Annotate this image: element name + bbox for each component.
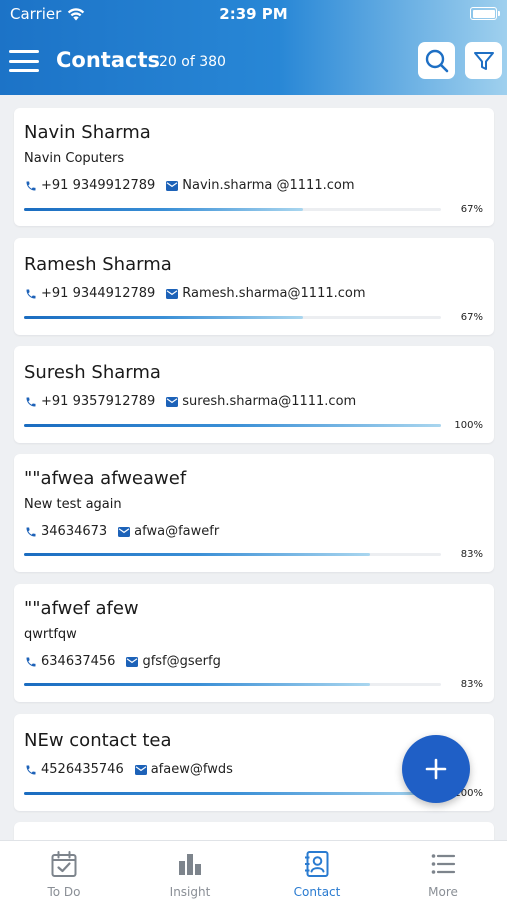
calendar-check-icon [51,851,77,877]
email-icon [125,655,139,669]
phone-icon [24,763,38,777]
contact-phone[interactable]: 634637456 [41,654,115,669]
progress-percent: 83% [460,679,483,690]
contact-company: qwrtfqw [24,627,77,642]
contact-card[interactable]: ""afwef afew qwrtfqw 634637456 gfsf@gser… [14,584,494,702]
status-bar: Carrier 2:39 PM [0,0,507,28]
battery-icon [470,7,500,20]
contact-card[interactable]: Ramesh Sharma +91 9344912789 Ramesh.shar… [14,238,494,335]
filter-icon [473,51,494,70]
phone-icon [24,525,38,539]
contact-phone[interactable]: 4526435746 [41,762,124,777]
progress-percent: 83% [460,549,483,560]
contact-email[interactable]: Navin.sharma @1111.com [182,178,354,193]
contact-email[interactable]: gfsf@gserfg [142,654,220,669]
progress-fill [24,683,371,686]
tab-todo[interactable]: To Do [1,841,127,900]
contact-phone[interactable]: +91 9344912789 [41,286,155,301]
contact-phone[interactable]: +91 9357912789 [41,394,155,409]
tab-label: Insight [169,885,211,899]
contact-name: Navin Sharma [24,122,151,143]
contact-email[interactable]: afwa@fawefr [134,524,219,539]
email-icon [117,525,131,539]
progress-percent: 67% [460,204,483,215]
contact-details: 4526435746 afaew@fwds [24,762,233,777]
menu-button[interactable] [9,50,39,72]
phone-icon [24,655,38,669]
status-time: 2:39 PM [219,5,288,23]
search-button[interactable] [418,42,455,79]
list-icon [431,854,456,874]
contact-details: 34634673 afwa@fawefr [24,524,219,539]
search-icon [425,49,448,72]
tab-more[interactable]: More [380,841,506,900]
contact-email[interactable]: afaew@fwds [151,762,233,777]
plus-icon [425,758,447,780]
filter-button[interactable] [465,42,502,79]
email-icon [134,763,148,777]
phone-icon [24,287,38,301]
app-header: Carrier 2:39 PM Contacts 20 of 380 [0,0,507,95]
contact-name: ""afwea afweawef [24,468,187,489]
hamburger-line [9,69,39,72]
contact-card[interactable] [14,822,494,840]
tab-insight[interactable]: Insight [127,841,253,900]
progress-bar [24,553,441,556]
contact-name: ""afwef afew [24,598,139,619]
bar-chart-icon [179,854,201,875]
contact-details: +91 9344912789 Ramesh.sharma@1111.com [24,286,366,301]
progress-percent: 100% [454,420,483,431]
progress-fill [24,208,304,211]
phone-icon [24,179,38,193]
contact-company: New test again [24,497,122,512]
contact-name: Suresh Sharma [24,362,161,383]
tab-contact[interactable]: Contact [254,841,380,900]
add-contact-button[interactable] [402,735,470,803]
progress-fill [24,792,441,795]
tab-label: To Do [47,885,81,899]
progress-bar [24,208,441,211]
email-icon [165,395,179,409]
progress-bar [24,792,441,795]
progress-fill [24,316,304,319]
contact-company: Navin Coputers [24,151,125,166]
progress-percent: 67% [460,312,483,323]
progress-bar [24,424,441,427]
contact-book-icon [305,851,329,877]
hamburger-line [9,50,39,53]
tab-label: More [428,885,458,899]
email-icon [165,179,179,193]
progress-fill [24,424,441,427]
contact-name: Ramesh Sharma [24,254,172,275]
contact-count: 20 of 380 [159,54,226,70]
email-icon [165,287,179,301]
phone-icon [24,395,38,409]
contact-email[interactable]: suresh.sharma@1111.com [182,394,356,409]
contact-list[interactable]: Navin Sharma Navin Coputers +91 93499127… [0,95,507,840]
contact-email[interactable]: Ramesh.sharma@1111.com [182,286,365,301]
contact-name: NEw contact tea [24,730,172,751]
bottom-tab-bar: To Do Insight Contact More [0,840,507,900]
contact-phone[interactable]: +91 9349912789 [41,178,155,193]
hamburger-line [9,59,39,63]
contact-details: +91 9357912789 suresh.sharma@1111.com [24,394,356,409]
progress-fill [24,553,371,556]
contact-details: +91 9349912789 Navin.sharma @1111.com [24,178,355,193]
progress-bar [24,683,441,686]
tab-label: Contact [293,885,341,899]
page-title: Contacts [56,48,160,72]
contact-card[interactable]: Suresh Sharma +91 9357912789 suresh.shar… [14,346,494,443]
contact-card[interactable]: Navin Sharma Navin Coputers +91 93499127… [14,108,494,226]
contact-phone[interactable]: 34634673 [41,524,107,539]
progress-bar [24,316,441,319]
contact-details: 634637456 gfsf@gserfg [24,654,221,669]
contact-card[interactable]: ""afwea afweawef New test again 34634673… [14,454,494,572]
